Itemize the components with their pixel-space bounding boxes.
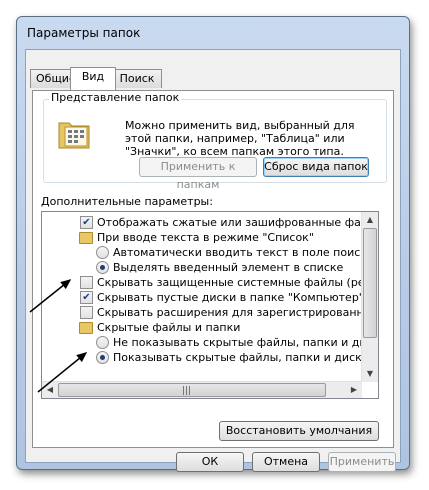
arrow-show-hidden-icon bbox=[37, 352, 88, 393]
annotation-arrows bbox=[29, 279, 88, 393]
arrow-hide-protected-icon bbox=[29, 279, 72, 313]
tab-view[interactable]: Вид bbox=[70, 67, 116, 90]
